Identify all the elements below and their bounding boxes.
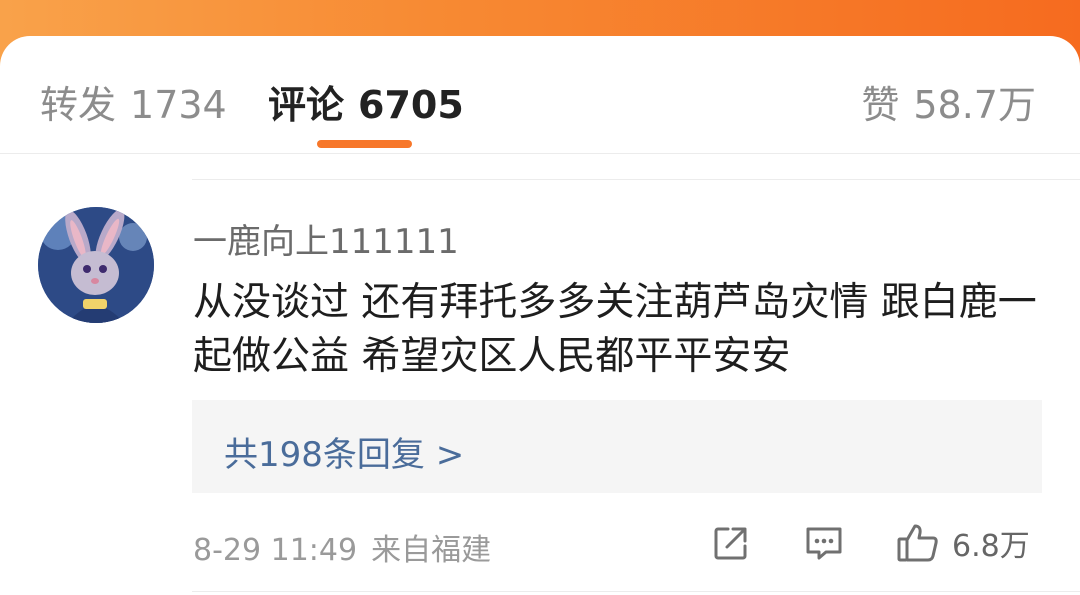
- divider: [192, 179, 1080, 180]
- comment-panel: 转发1734 评论6705 赞58.7万 一鹿向上111111 从没谈过: [0, 36, 1080, 595]
- divider: [192, 591, 1080, 592]
- comment-date: 8-29 11:49: [193, 533, 358, 568]
- reply-button[interactable]: [804, 523, 844, 563]
- comment-text: 从没谈过 还有拜托多多关注葫芦岛灾情 跟白鹿一起做公益 希望灾区人民都平平安安: [193, 280, 1037, 379]
- thumbs-up-icon: [897, 524, 938, 562]
- comment-icon: [806, 527, 842, 560]
- like-button[interactable]: 6.8万: [896, 523, 1030, 564]
- tab-repost-label: 转发: [40, 83, 117, 127]
- share-icon: [714, 527, 747, 560]
- avatar-image: [38, 207, 154, 323]
- comment-location: 来自福建: [371, 533, 492, 568]
- replies-box[interactable]: 共198条回复 >: [192, 400, 1042, 493]
- tab-likes[interactable]: 赞 58.7万: [861, 74, 1036, 129]
- tab-bar: 转发 1734 评论 6705 赞 58.7万: [0, 36, 1080, 154]
- like-count: 6.8万: [952, 529, 1030, 564]
- tab-repost-count: 1734: [130, 83, 227, 127]
- tab-repost[interactable]: 转发 1734: [40, 74, 227, 129]
- tab-comments[interactable]: 评论 6705: [268, 74, 464, 129]
- tab-comments-count: 6705: [358, 83, 464, 127]
- replies-link[interactable]: 共198条回复 >: [224, 427, 464, 476]
- comment-username[interactable]: 一鹿向上111111: [193, 214, 459, 263]
- active-tab-indicator: [317, 140, 412, 148]
- tab-likes-label: 赞: [861, 83, 900, 127]
- share-button[interactable]: [712, 523, 750, 563]
- tab-likes-count: 58.7万: [913, 83, 1036, 127]
- comment-meta: 8-29 11:49 来自福建: [193, 525, 491, 569]
- tab-comments-label: 评论: [268, 83, 345, 127]
- avatar[interactable]: [38, 207, 154, 323]
